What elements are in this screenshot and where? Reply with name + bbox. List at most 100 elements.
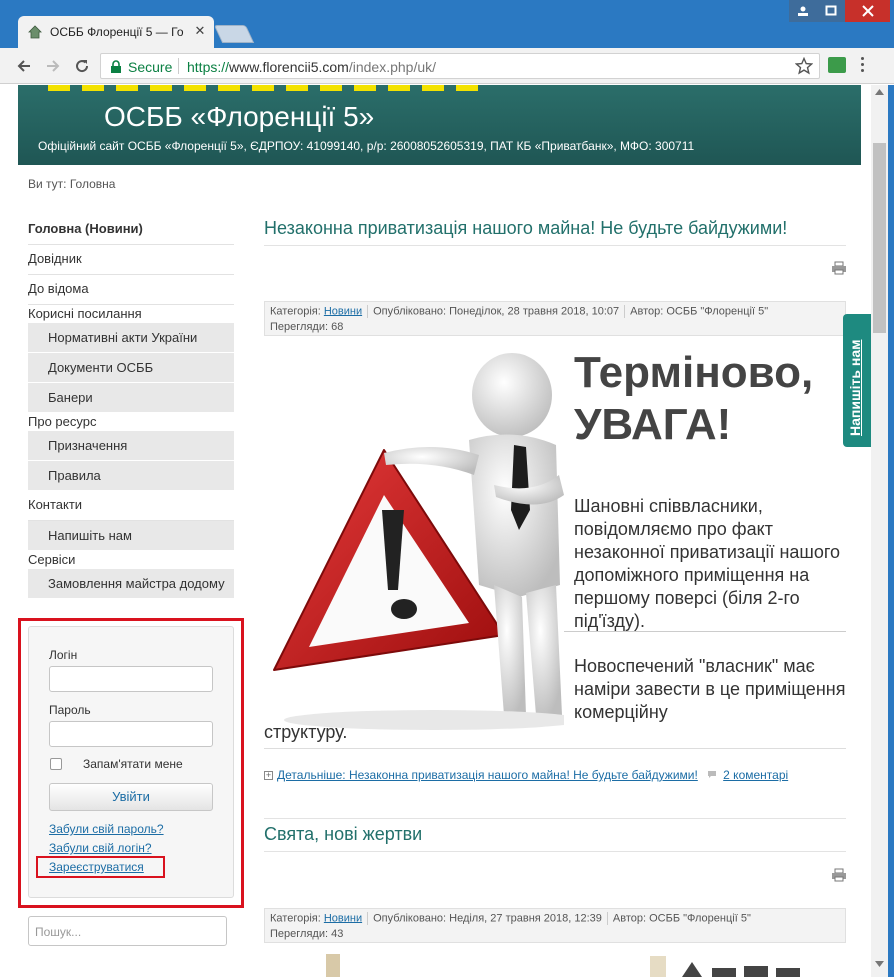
urgent-heading: Терміново, УВАГА!	[574, 348, 814, 449]
url-separator	[178, 58, 179, 74]
sidebar-item-directory[interactable]: Довідник	[28, 245, 234, 275]
article-meta: Категорія: Новини Опубліковано: Неділя, 2…	[264, 908, 846, 943]
url-text[interactable]: https://www.florencii5.com/index.php/uk/	[187, 59, 436, 75]
category-link[interactable]: Новини	[324, 305, 362, 317]
site-title: ОСББ «Флоренції 5»	[104, 101, 375, 132]
sidebar-item-contacts[interactable]: Контакти	[28, 491, 234, 521]
vertical-scrollbar[interactable]	[871, 85, 888, 977]
sidebar-item-laws[interactable]: Нормативні акти України	[28, 323, 234, 353]
category-link[interactable]: Новини	[324, 912, 362, 924]
forgot-login-link[interactable]: Забули свій логін?	[49, 841, 152, 855]
divider	[264, 851, 846, 852]
menu-icon[interactable]	[860, 57, 866, 75]
published-date: Опубліковано: Неділя, 27 травня 2018, 12…	[373, 912, 602, 925]
window-border	[888, 85, 894, 977]
comments-link[interactable]: 2 коментарі	[723, 768, 788, 782]
print-icon[interactable]	[831, 868, 847, 882]
browser-toolbar: Secure https://www.florencii5.com/index.…	[0, 48, 894, 84]
article-image-partial	[320, 950, 846, 977]
sidebar-group-about[interactable]: Про ресурс	[28, 413, 234, 431]
sidebar-item-home[interactable]: Головна (Новини)	[28, 215, 234, 245]
house-icon	[28, 25, 42, 39]
user-icon	[798, 6, 808, 16]
maximize-icon	[825, 5, 837, 16]
extension-icon[interactable]	[828, 57, 846, 73]
maximize-button[interactable]	[817, 0, 845, 22]
secure-label: Secure	[128, 59, 173, 75]
comment-icon	[708, 771, 717, 778]
scroll-up-icon[interactable]	[875, 89, 884, 95]
sidebar-item-documents[interactable]: Документи ОСББ	[28, 353, 234, 383]
password-field[interactable]	[49, 721, 213, 747]
remember-me-label: Запам'ятати мене	[83, 757, 183, 771]
warning-sign-illustration	[273, 353, 564, 730]
reload-button[interactable]	[70, 54, 94, 78]
read-more-link[interactable]: Детальніше: Незаконна приватизація нашог…	[277, 768, 698, 782]
sidebar-group-links[interactable]: Корисні посилання	[28, 305, 234, 323]
search-input[interactable]: Пошук...	[28, 916, 227, 946]
scrollbar-thumb[interactable]	[873, 143, 886, 333]
feedback-tab-label: Напишіть нам	[847, 339, 863, 436]
window-close-button[interactable]	[845, 0, 890, 22]
article-paragraph: Шановні співвласники, повідомляємо про ф…	[574, 496, 841, 631]
star-icon[interactable]	[795, 57, 813, 75]
header-banner-decoration	[48, 85, 478, 91]
reload-icon	[76, 60, 89, 73]
divider	[264, 748, 846, 749]
browser-tab[interactable]: ОСББ Флоренції 5 — Го ✕	[18, 16, 214, 48]
site-subtitle: Офіційний сайт ОСББ «Флоренції 5», ЄДРПО…	[38, 139, 695, 153]
published-date: Опубліковано: Понеділок, 28 травня 2018,…	[373, 305, 620, 318]
article-meta: Категорія: Новини Опубліковано: Понеділок…	[264, 301, 846, 336]
author: Автор: ОСББ "Флоренції 5"	[630, 305, 769, 318]
browser-titlebar: ОСББ Флоренції 5 — Го ✕	[0, 0, 894, 48]
forgot-password-link[interactable]: Забули свій пароль?	[49, 822, 164, 836]
tab-title: ОСББ Флоренції 5 — Го	[50, 25, 184, 39]
sidebar-item-rules[interactable]: Правила	[28, 461, 234, 491]
arrow-right-icon	[47, 60, 60, 72]
close-icon[interactable]: ✕	[192, 23, 208, 39]
view-count: Перегляди: 43	[270, 928, 344, 940]
feedback-tab[interactable]: Напишіть нам	[843, 314, 871, 447]
site-header: ОСББ «Флоренції 5» Офіційний сайт ОСББ «…	[18, 85, 861, 165]
sidebar-item-write-us[interactable]: Напишіть нам	[28, 521, 234, 551]
author: Автор: ОСББ "Флоренції 5"	[612, 912, 751, 925]
lock-icon	[111, 60, 121, 73]
forward-button[interactable]	[41, 54, 65, 78]
print-icon[interactable]	[831, 261, 847, 275]
category-label: Категорія:	[270, 912, 321, 925]
category-label: Категорія:	[270, 305, 321, 318]
breadcrumb: Ви тут: Головна	[28, 177, 116, 191]
divider	[564, 631, 846, 632]
username-label: Логін	[49, 648, 78, 662]
plus-icon: +	[264, 770, 273, 781]
sidebar-item-order-master[interactable]: Замовлення майстра додому	[28, 569, 234, 599]
article-paragraph-tail: структуру.	[264, 722, 348, 742]
remember-me-checkbox[interactable]	[50, 758, 62, 770]
scroll-down-icon[interactable]	[875, 961, 884, 967]
read-more-row: + Детальніше: Незаконна приватизація нашо…	[264, 768, 788, 782]
username-field[interactable]	[49, 666, 213, 692]
address-bar[interactable]: Secure https://www.florencii5.com/index.…	[100, 53, 820, 79]
article-image: Терміново, УВАГА! Шановні співвласники, …	[264, 335, 846, 735]
minimize-button[interactable]	[789, 0, 817, 22]
password-label: Пароль	[49, 703, 91, 717]
sidebar-item-purpose[interactable]: Призначення	[28, 431, 234, 461]
article-title[interactable]: Незаконна приватизація нашого майна! Не …	[264, 218, 787, 239]
register-highlight-frame	[36, 856, 165, 878]
article-title[interactable]: Свята, нові жертви	[264, 824, 422, 845]
new-tab-button[interactable]	[213, 25, 255, 43]
sidebar-item-banners[interactable]: Банери	[28, 383, 234, 413]
search-placeholder: Пошук...	[35, 925, 82, 939]
back-button[interactable]	[12, 54, 36, 78]
close-icon	[861, 5, 874, 17]
view-count: Перегляди: 68	[270, 321, 344, 333]
sidebar-group-services[interactable]: Сервіси	[28, 551, 234, 569]
divider	[264, 818, 846, 819]
article-paragraph: Новоспечений "власник" має наміри завест…	[574, 656, 846, 722]
sidebar-item-notice[interactable]: До відома	[28, 275, 234, 305]
divider	[264, 245, 846, 246]
arrow-left-icon	[17, 60, 30, 72]
page-viewport: ОСББ «Флоренції 5» Офіційний сайт ОСББ «…	[0, 85, 894, 977]
login-button[interactable]: Увійти	[49, 783, 213, 811]
sidebar-menu: Головна (Новини) Довідник До відома Кори…	[28, 215, 234, 599]
